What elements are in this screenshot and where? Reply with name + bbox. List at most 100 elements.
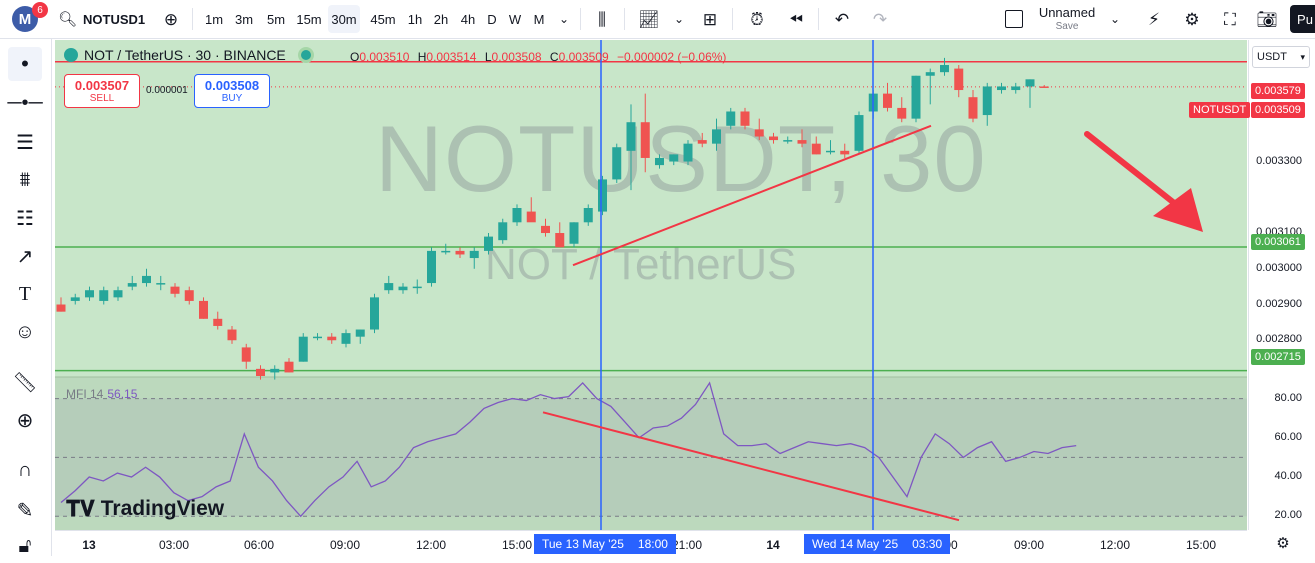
settings-button[interactable]: ⚙︎ <box>1180 5 1204 33</box>
candle-body <box>569 222 579 244</box>
indicators-button[interactable]: 📈︎ <box>636 5 662 33</box>
time-tick: 12:00 <box>1099 538 1131 552</box>
last-price-label: 0.003509 <box>1251 102 1305 118</box>
layout-select-button[interactable] <box>1004 5 1024 33</box>
magnet-tool[interactable]: ∩ <box>8 453 42 487</box>
interval-2h[interactable]: 2h <box>430 5 452 33</box>
quick-search-button[interactable]: ⚡︎ <box>1142 5 1166 33</box>
undo-icon: ↶ <box>834 9 850 29</box>
alarm-clock-icon: ⏰︎ <box>750 9 764 29</box>
layout-dropdown[interactable]: ⌄ <box>1108 5 1122 33</box>
tradingview-logo[interactable]: 𝐓𝐕 TradingView <box>66 496 224 522</box>
currency-label: USDT <box>1257 51 1287 63</box>
low-value: 0.003508 <box>491 50 542 64</box>
indicators-dropdown[interactable]: ⌄ <box>672 5 686 33</box>
publish-button[interactable]: Pu <box>1290 5 1315 33</box>
divider <box>624 8 625 30</box>
interval-1m[interactable]: 1m <box>202 5 226 33</box>
time-tick: 06:00 <box>243 538 275 552</box>
interval-m[interactable]: M <box>530 5 548 33</box>
chart-type-button[interactable]: ⫼ <box>590 5 614 33</box>
candle-body <box>70 297 80 301</box>
zoom-in-icon: ⊕ <box>16 409 34 432</box>
candle-body <box>227 329 237 341</box>
candle-body <box>56 304 66 312</box>
cursor-time-1: 18:00 <box>637 537 668 551</box>
interval-5m[interactable]: 5m <box>262 5 290 33</box>
icon-tool[interactable]: ☺ <box>8 315 42 349</box>
alert-button[interactable]: ⏰︎ <box>744 5 770 33</box>
compare-symbol-button[interactable]: ⊕ <box>158 5 184 33</box>
buy-label: BUY <box>221 93 243 104</box>
templates-button[interactable]: ⊞ <box>698 5 722 33</box>
candle-body <box>640 122 650 158</box>
sell-price: 0.003507 <box>74 78 130 93</box>
sell-button[interactable]: 0.003507 SELL <box>64 74 140 108</box>
time-tick: 15:00 <box>1185 538 1217 552</box>
redo-button[interactable]: ↷ <box>868 5 892 33</box>
interval-d[interactable]: D <box>484 5 500 33</box>
candle-body <box>854 115 864 151</box>
currency-select[interactable]: USDT ▾ <box>1252 46 1310 68</box>
stay-drawing-tool[interactable]: ✎ <box>8 493 42 527</box>
candle-body <box>256 368 265 376</box>
interval-3m[interactable]: 3m <box>230 5 258 33</box>
candle-body <box>298 336 308 362</box>
text-tool[interactable]: T <box>8 277 42 311</box>
interval-15m[interactable]: 15m <box>294 5 324 33</box>
resistance-price-label: 0.003579 <box>1251 83 1305 99</box>
lock-tool[interactable]: 🔓︎ <box>8 529 42 563</box>
interval-30m[interactable]: 30m <box>328 5 360 33</box>
zoom-tool[interactable]: ⊕ <box>8 403 42 437</box>
branding-label: TradingView <box>100 497 225 520</box>
candle-body <box>840 150 850 155</box>
interval-1h[interactable]: 1h <box>404 5 426 33</box>
candle-body <box>484 236 493 251</box>
candle-body <box>726 111 736 126</box>
candle-body <box>883 93 892 108</box>
close-value: 0.003509 <box>558 50 609 64</box>
text-icon: T <box>18 282 32 305</box>
candle-body <box>412 286 422 289</box>
time-axis[interactable]: 13 03:00 06:00 09:00 12:00 15:00 21:00 14 00 09:0… <box>55 530 1247 557</box>
search-icon: 🔍︎ <box>58 10 78 28</box>
symbol-search[interactable]: 🔍︎ NOTUSD1 <box>58 5 148 33</box>
spread-value: 0.000001 <box>146 85 188 96</box>
fib-tool[interactable]: ☰ <box>8 125 42 159</box>
price-scale[interactable]: USDT ▾ 0.003300 0.003100 0.003000 0.002900 0… <box>1248 40 1315 530</box>
undo-button[interactable]: ↶ <box>830 5 854 33</box>
time-tick: 15:00 <box>501 538 533 552</box>
measure-tool[interactable]: 📏︎ <box>8 365 42 399</box>
candle-body <box>469 250 479 259</box>
time-axis-settings-button[interactable]: ⚙︎ <box>1274 534 1292 552</box>
chevron-down-icon: ▾ <box>1300 51 1305 62</box>
fullscreen-button[interactable]: ⛶ <box>1218 5 1242 33</box>
candle-body <box>142 275 151 284</box>
trend-line-tool[interactable]: ─•─ <box>7 86 42 120</box>
replay-button[interactable]: ⏪︎ <box>784 5 808 33</box>
open-value: 0.003510 <box>359 50 410 64</box>
prediction-tool[interactable]: ☷ <box>8 201 42 235</box>
snapshot-button[interactable]: 📷︎ <box>1254 5 1280 33</box>
time-tick: 03:00 <box>158 538 190 552</box>
mfi-value: 56.15 <box>107 387 138 401</box>
mfi-legend[interactable]: MFI 14 56.15 <box>66 387 137 401</box>
buy-button[interactable]: 0.003508 BUY <box>194 74 270 108</box>
interval-4h[interactable]: 4h <box>456 5 480 33</box>
symbol-legend[interactable]: NOT / TetherUS · 30 · BINANCE <box>64 47 314 63</box>
pattern-icon: ⩩ <box>19 168 31 191</box>
time-tick: 12:00 <box>415 538 447 552</box>
pattern-tool[interactable]: ⩩ <box>8 163 42 197</box>
candles-icon: ⫼ <box>598 9 606 29</box>
divider <box>732 8 733 30</box>
interval-45m[interactable]: 45m <box>366 5 400 33</box>
candle-body <box>697 140 707 144</box>
divider <box>580 8 581 30</box>
brush-tool[interactable]: ↗ <box>8 239 42 273</box>
cursor-tool[interactable]: • <box>8 47 42 81</box>
candle-body <box>754 129 764 137</box>
interval-dropdown[interactable]: ⌄ <box>556 5 572 33</box>
candle-body <box>954 68 964 91</box>
layout-name[interactable]: Unnamed Save <box>1030 5 1104 33</box>
interval-w[interactable]: W <box>505 5 525 33</box>
